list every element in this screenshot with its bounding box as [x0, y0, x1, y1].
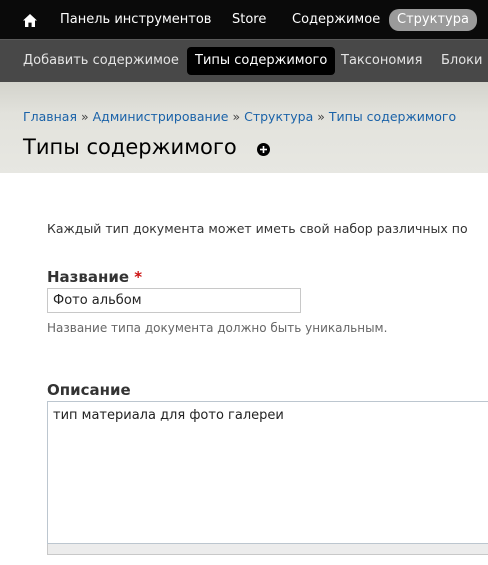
page-header: Главная » Администрирование » Структура … — [0, 82, 488, 173]
name-label: Название * — [47, 268, 142, 286]
page-title: Типы содержимого — [23, 135, 237, 159]
home-icon — [23, 13, 37, 27]
name-help-text: Название типа документа должно быть уник… — [47, 321, 388, 335]
breadcrumb-home[interactable]: Главная — [23, 109, 77, 124]
breadcrumb-structure[interactable]: Структура — [244, 109, 313, 124]
shortcut-content-types[interactable]: Типы содержимого — [187, 47, 336, 75]
textarea-resize-handle[interactable] — [47, 544, 488, 555]
toolbar-item-store[interactable]: Store — [232, 9, 266, 31]
required-mark: * — [134, 268, 143, 286]
toolbar-item-structure[interactable]: Структура — [389, 9, 477, 31]
intro-text: Каждый тип документа может иметь свой на… — [47, 221, 468, 236]
breadcrumb: Главная » Администрирование » Структура … — [23, 109, 456, 124]
description-label: Описание — [47, 381, 131, 399]
breadcrumb-admin[interactable]: Администрирование — [93, 109, 229, 124]
breadcrumb-separator: » — [80, 109, 89, 124]
breadcrumb-content-types[interactable]: Типы содержимого — [329, 109, 456, 124]
description-textarea[interactable]: тип материала для фото галереи — [47, 401, 488, 544]
shortcut-blocks[interactable]: Блоки — [441, 47, 482, 75]
shortcut-taxonomy[interactable]: Таксономия — [341, 47, 422, 75]
breadcrumb-separator: » — [317, 109, 325, 124]
breadcrumb-separator: » — [232, 109, 241, 124]
shortcut-bar: Добавить содержимое Типы содержимого Так… — [0, 39, 488, 82]
admin-toolbar: Панель инструментов Store Содержимое Стр… — [0, 0, 488, 39]
name-label-text: Название — [47, 268, 130, 286]
shortcut-add-content[interactable]: Добавить содержимое — [23, 47, 179, 75]
home-link[interactable] — [15, 9, 45, 31]
toolbar-item-content[interactable]: Содержимое — [292, 9, 380, 31]
name-input[interactable] — [47, 288, 301, 313]
plus-circle-icon[interactable] — [257, 143, 270, 156]
toolbar-item-dashboard[interactable]: Панель инструментов — [60, 9, 211, 31]
